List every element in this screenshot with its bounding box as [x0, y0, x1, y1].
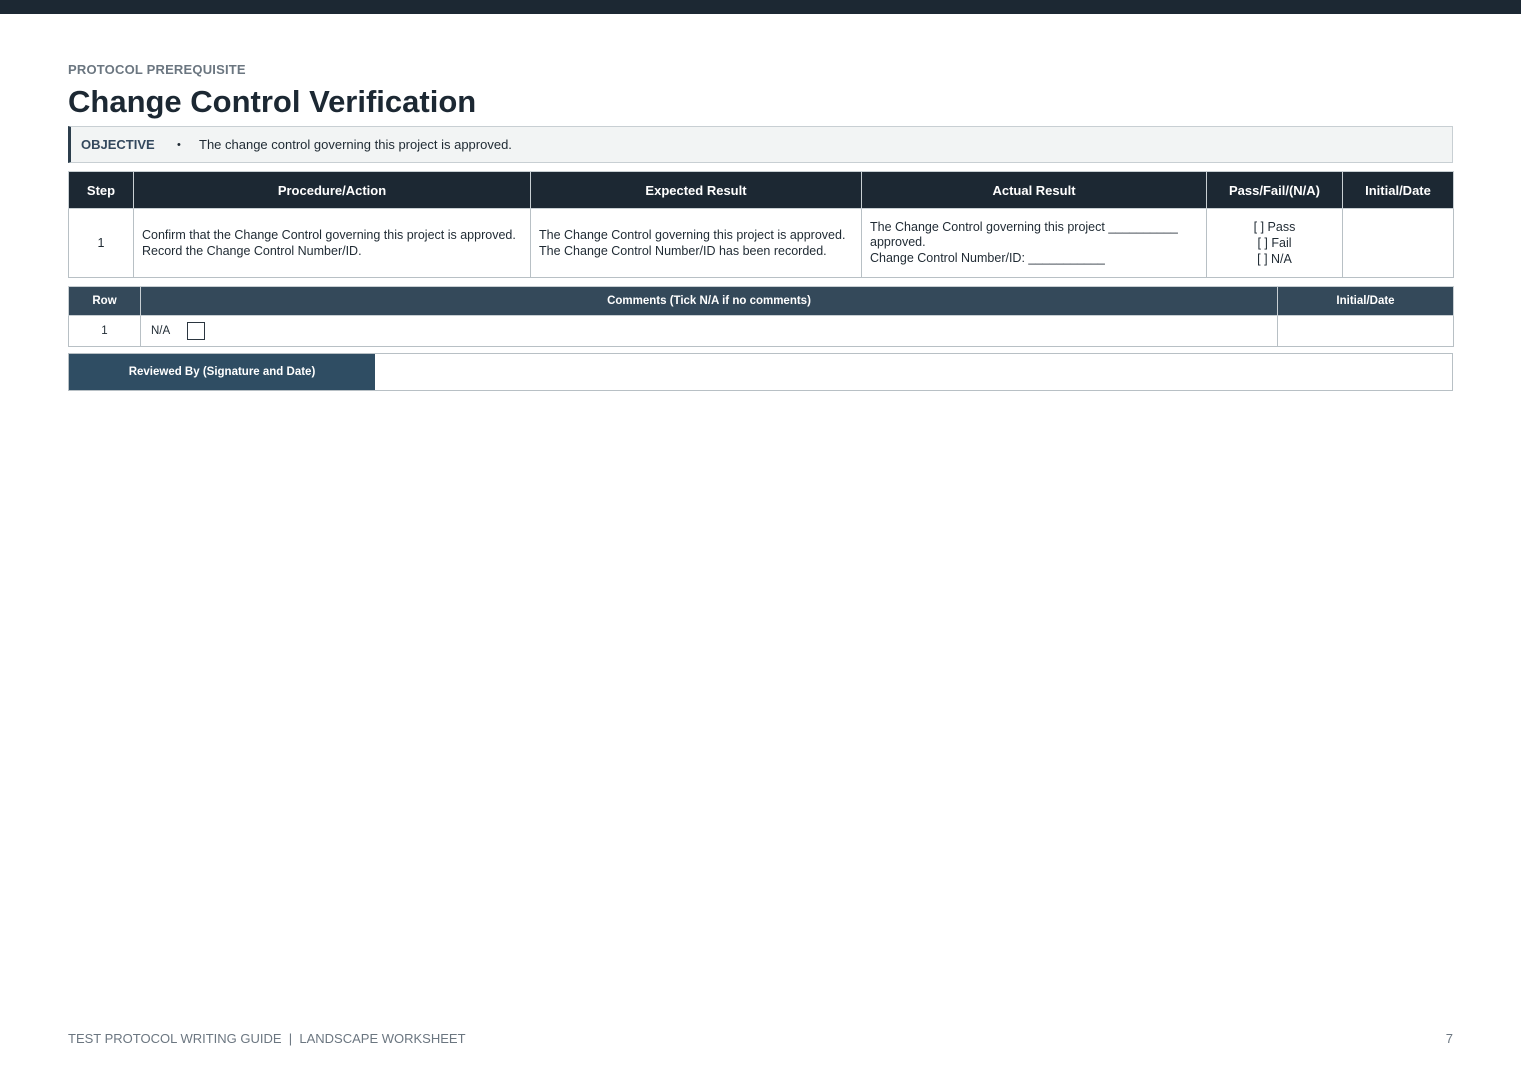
- header-initial-date: Initial/Date: [1342, 171, 1454, 209]
- na-option[interactable]: [ ] N/A: [1215, 251, 1334, 267]
- expected-result-cell: The Change Control governing this projec…: [530, 208, 862, 278]
- header-comments: Comments (Tick N/A if no comments): [140, 286, 1278, 316]
- steps-header-row: Step Procedure/Action Expected Result Ac…: [68, 171, 1454, 209]
- pass-fail-cell: [ ] Pass [ ] Fail [ ] N/A: [1206, 208, 1343, 278]
- page-number: 7: [1445, 1031, 1453, 1046]
- page-title: Change Control Verification: [68, 84, 477, 119]
- review-block: Reviewed By (Signature and Date): [68, 353, 1453, 391]
- actual-line: approved.: [870, 235, 926, 250]
- actual-line: Change Control Number/ID: ___________: [870, 250, 1105, 265]
- footer-text: TEST PROTOCOL WRITING GUIDE | LANDSCAPE …: [68, 1031, 466, 1046]
- actual-line: The Change Control governing this projec…: [870, 219, 1178, 234]
- header-actual-result: Actual Result: [861, 171, 1207, 209]
- na-checkbox[interactable]: [187, 322, 206, 340]
- header-pass-fail: Pass/Fail/(N/A): [1206, 171, 1343, 209]
- header-comments-initial-date: Initial/Date: [1277, 286, 1454, 316]
- step-number: 1: [68, 208, 134, 278]
- comment-initial-date-cell[interactable]: [1277, 315, 1454, 347]
- top-accent-bar: [0, 0, 1521, 14]
- objective-text: The change control governing this projec…: [199, 137, 512, 152]
- comment-cell[interactable]: N/A: [140, 315, 1278, 347]
- header-row: Row: [68, 286, 141, 316]
- comments-header-row: Row Comments (Tick N/A if no comments) I…: [68, 286, 1454, 316]
- procedure-line: Confirm that the Change Control governin…: [142, 228, 516, 242]
- comments-table: Row Comments (Tick N/A if no comments) I…: [68, 286, 1454, 347]
- signature-field[interactable]: [375, 354, 1452, 390]
- fail-option[interactable]: [ ] Fail: [1215, 235, 1334, 251]
- expected-line: The Change Control governing this projec…: [539, 228, 846, 242]
- pass-option[interactable]: [ ] Pass: [1215, 219, 1334, 235]
- actual-result-cell[interactable]: The Change Control governing this projec…: [861, 208, 1207, 278]
- section-eyebrow: PROTOCOL PREREQUISITE: [68, 62, 246, 77]
- table-row: 1 Confirm that the Change Control govern…: [68, 208, 1454, 278]
- procedure-line: Record the Change Control Number/ID.: [142, 244, 362, 258]
- objective-label: OBJECTIVE: [81, 137, 155, 152]
- objective-bullet: •: [177, 138, 181, 151]
- header-procedure: Procedure/Action: [133, 171, 531, 209]
- comment-row-number: 1: [68, 315, 141, 347]
- na-label: N/A: [151, 325, 171, 337]
- objective-box: OBJECTIVE • The change control governing…: [68, 126, 1453, 163]
- reviewed-by-label: Reviewed By (Signature and Date): [69, 354, 375, 390]
- header-step: Step: [68, 171, 134, 209]
- table-row: 1 N/A: [68, 315, 1454, 347]
- initial-date-cell[interactable]: [1342, 208, 1454, 278]
- procedure-cell: Confirm that the Change Control governin…: [133, 208, 531, 278]
- expected-line: The Change Control Number/ID has been re…: [539, 244, 827, 258]
- steps-table: Step Procedure/Action Expected Result Ac…: [68, 171, 1454, 278]
- header-expected-result: Expected Result: [530, 171, 862, 209]
